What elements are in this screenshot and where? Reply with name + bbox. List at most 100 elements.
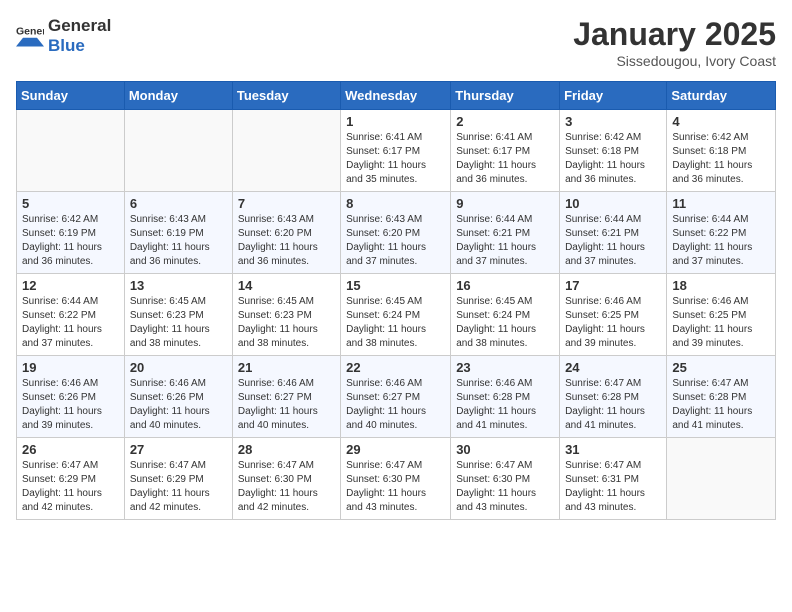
day-header-monday: Monday [124,82,232,110]
day-header-thursday: Thursday [451,82,560,110]
calendar-cell: 21 Sunrise: 6:46 AM Sunset: 6:27 PM Dayli… [232,356,340,438]
day-number: 19 [22,360,119,375]
calendar-cell: 30Sunrise: 6:47 AM Sunset: 6:30 PM Dayli… [451,438,560,520]
calendar-week-1: 1 Sunrise: 6:41 AM Sunset: 6:17 PM Daylig… [17,110,776,192]
day-number: 8 [346,196,445,211]
day-info: Sunrise: 6:46 AM Sunset: 6:25 PM Dayligh… [672,295,770,351]
day-number: 6 [130,196,227,211]
day-number: 1 [346,114,445,129]
header-row: SundayMondayTuesdayWednesdayThursdayFrid… [17,82,776,110]
header: General General Blue January 2025 Sissed… [16,16,776,69]
day-number: 23 [456,360,554,375]
calendar-cell: 17 Sunrise: 6:46 AM Sunset: 6:25 PM Dayli… [560,274,667,356]
calendar-cell: 24 Sunrise: 6:47 AM Sunset: 6:28 PM Dayli… [560,356,667,438]
calendar-cell: 15 Sunrise: 6:45 AM Sunset: 6:24 PM Dayli… [341,274,451,356]
calendar-table: SundayMondayTuesdayWednesdayThursdayFrid… [16,81,776,520]
day-number: 26 [22,442,119,457]
day-info: Sunrise: 6:45 AM Sunset: 6:23 PM Dayligh… [130,295,227,351]
day-number: 29 [346,442,445,457]
day-info: Sunrise: 6:47 AM Sunset: 6:31 PM Dayligh… [565,459,661,515]
day-number: 27 [130,442,227,457]
calendar-cell: 18 Sunrise: 6:46 AM Sunset: 6:25 PM Dayli… [667,274,776,356]
calendar-cell: 25 Sunrise: 6:47 AM Sunset: 6:28 PM Dayli… [667,356,776,438]
day-number: 21 [238,360,335,375]
day-number: 15 [346,278,445,293]
calendar-cell: 22 Sunrise: 6:46 AM Sunset: 6:27 PM Dayli… [341,356,451,438]
svg-text:General: General [16,25,44,37]
calendar-cell: 3 Sunrise: 6:42 AM Sunset: 6:18 PM Daylig… [560,110,667,192]
day-number: 14 [238,278,335,293]
day-number: 22 [346,360,445,375]
calendar-week-3: 12 Sunrise: 6:44 AM Sunset: 6:22 PM Dayli… [17,274,776,356]
day-number: 20 [130,360,227,375]
calendar-cell: 12 Sunrise: 6:44 AM Sunset: 6:22 PM Dayli… [17,274,125,356]
calendar-week-4: 19 Sunrise: 6:46 AM Sunset: 6:26 PM Dayli… [17,356,776,438]
day-header-wednesday: Wednesday [341,82,451,110]
day-info: Sunrise: 6:41 AM Sunset: 6:17 PM Dayligh… [456,131,554,187]
day-number: 18 [672,278,770,293]
day-info: Sunrise: 6:45 AM Sunset: 6:24 PM Dayligh… [346,295,445,351]
day-number: 2 [456,114,554,129]
calendar-cell: 29 Sunrise: 6:47 AM Sunset: 6:30 PM Dayli… [341,438,451,520]
day-header-sunday: Sunday [17,82,125,110]
calendar-cell: 1 Sunrise: 6:41 AM Sunset: 6:17 PM Daylig… [341,110,451,192]
day-number: 3 [565,114,661,129]
calendar-cell [667,438,776,520]
calendar-cell: 20 Sunrise: 6:46 AM Sunset: 6:26 PM Dayli… [124,356,232,438]
calendar-cell: 9Sunrise: 6:44 AM Sunset: 6:21 PM Daylig… [451,192,560,274]
day-info: Sunrise: 6:47 AM Sunset: 6:28 PM Dayligh… [565,377,661,433]
calendar-cell: 10 Sunrise: 6:44 AM Sunset: 6:21 PM Dayli… [560,192,667,274]
calendar-subtitle: Sissedougou, Ivory Coast [573,53,776,69]
calendar-cell: 5 Sunrise: 6:42 AM Sunset: 6:19 PM Daylig… [17,192,125,274]
calendar-cell: 31 Sunrise: 6:47 AM Sunset: 6:31 PM Dayli… [560,438,667,520]
day-number: 17 [565,278,661,293]
day-info: Sunrise: 6:47 AM Sunset: 6:30 PM Dayligh… [346,459,445,515]
calendar-cell: 28 Sunrise: 6:47 AM Sunset: 6:30 PM Dayli… [232,438,340,520]
day-info: Sunrise: 6:44 AM Sunset: 6:22 PM Dayligh… [22,295,119,351]
day-header-tuesday: Tuesday [232,82,340,110]
calendar-cell: 2 Sunrise: 6:41 AM Sunset: 6:17 PM Daylig… [451,110,560,192]
day-info: Sunrise: 6:46 AM Sunset: 6:26 PM Dayligh… [130,377,227,433]
logo-text-blue: Blue [48,36,85,55]
calendar-cell: 27 Sunrise: 6:47 AM Sunset: 6:29 PM Dayli… [124,438,232,520]
day-info: Sunrise: 6:43 AM Sunset: 6:19 PM Dayligh… [130,213,227,269]
day-info: Sunrise: 6:42 AM Sunset: 6:19 PM Dayligh… [22,213,119,269]
calendar-cell: 19Sunrise: 6:46 AM Sunset: 6:26 PM Dayli… [17,356,125,438]
day-number: 10 [565,196,661,211]
calendar-week-5: 26 Sunrise: 6:47 AM Sunset: 6:29 PM Dayli… [17,438,776,520]
day-info: Sunrise: 6:46 AM Sunset: 6:27 PM Dayligh… [346,377,445,433]
day-info: Sunrise: 6:46 AM Sunset: 6:28 PM Dayligh… [456,377,554,433]
calendar-cell: 7Sunrise: 6:43 AM Sunset: 6:20 PM Daylig… [232,192,340,274]
day-number: 5 [22,196,119,211]
day-number: 31 [565,442,661,457]
day-info: Sunrise: 6:42 AM Sunset: 6:18 PM Dayligh… [672,131,770,187]
day-info: Sunrise: 6:45 AM Sunset: 6:23 PM Dayligh… [238,295,335,351]
calendar-cell: 26Sunrise: 6:47 AM Sunset: 6:29 PM Dayli… [17,438,125,520]
calendar-cell: 8 Sunrise: 6:43 AM Sunset: 6:20 PM Daylig… [341,192,451,274]
day-info: Sunrise: 6:45 AM Sunset: 6:24 PM Dayligh… [456,295,554,351]
day-number: 24 [565,360,661,375]
logo-text-general: General [48,16,111,35]
day-info: Sunrise: 6:47 AM Sunset: 6:29 PM Dayligh… [130,459,227,515]
day-number: 25 [672,360,770,375]
day-number: 30 [456,442,554,457]
calendar-cell [232,110,340,192]
day-info: Sunrise: 6:41 AM Sunset: 6:17 PM Dayligh… [346,131,445,187]
day-number: 28 [238,442,335,457]
calendar-cell: 16Sunrise: 6:45 AM Sunset: 6:24 PM Dayli… [451,274,560,356]
day-info: Sunrise: 6:47 AM Sunset: 6:28 PM Dayligh… [672,377,770,433]
day-info: Sunrise: 6:43 AM Sunset: 6:20 PM Dayligh… [238,213,335,269]
calendar-title: January 2025 [573,16,776,53]
day-info: Sunrise: 6:47 AM Sunset: 6:30 PM Dayligh… [238,459,335,515]
day-number: 13 [130,278,227,293]
day-info: Sunrise: 6:46 AM Sunset: 6:27 PM Dayligh… [238,377,335,433]
day-info: Sunrise: 6:42 AM Sunset: 6:18 PM Dayligh… [565,131,661,187]
calendar-cell: 13 Sunrise: 6:45 AM Sunset: 6:23 PM Dayli… [124,274,232,356]
day-info: Sunrise: 6:44 AM Sunset: 6:21 PM Dayligh… [565,213,661,269]
day-number: 9 [456,196,554,211]
day-info: Sunrise: 6:43 AM Sunset: 6:20 PM Dayligh… [346,213,445,269]
day-number: 12 [22,278,119,293]
day-info: Sunrise: 6:46 AM Sunset: 6:25 PM Dayligh… [565,295,661,351]
calendar-cell: 23 Sunrise: 6:46 AM Sunset: 6:28 PM Dayli… [451,356,560,438]
calendar-cell: 14 Sunrise: 6:45 AM Sunset: 6:23 PM Dayli… [232,274,340,356]
